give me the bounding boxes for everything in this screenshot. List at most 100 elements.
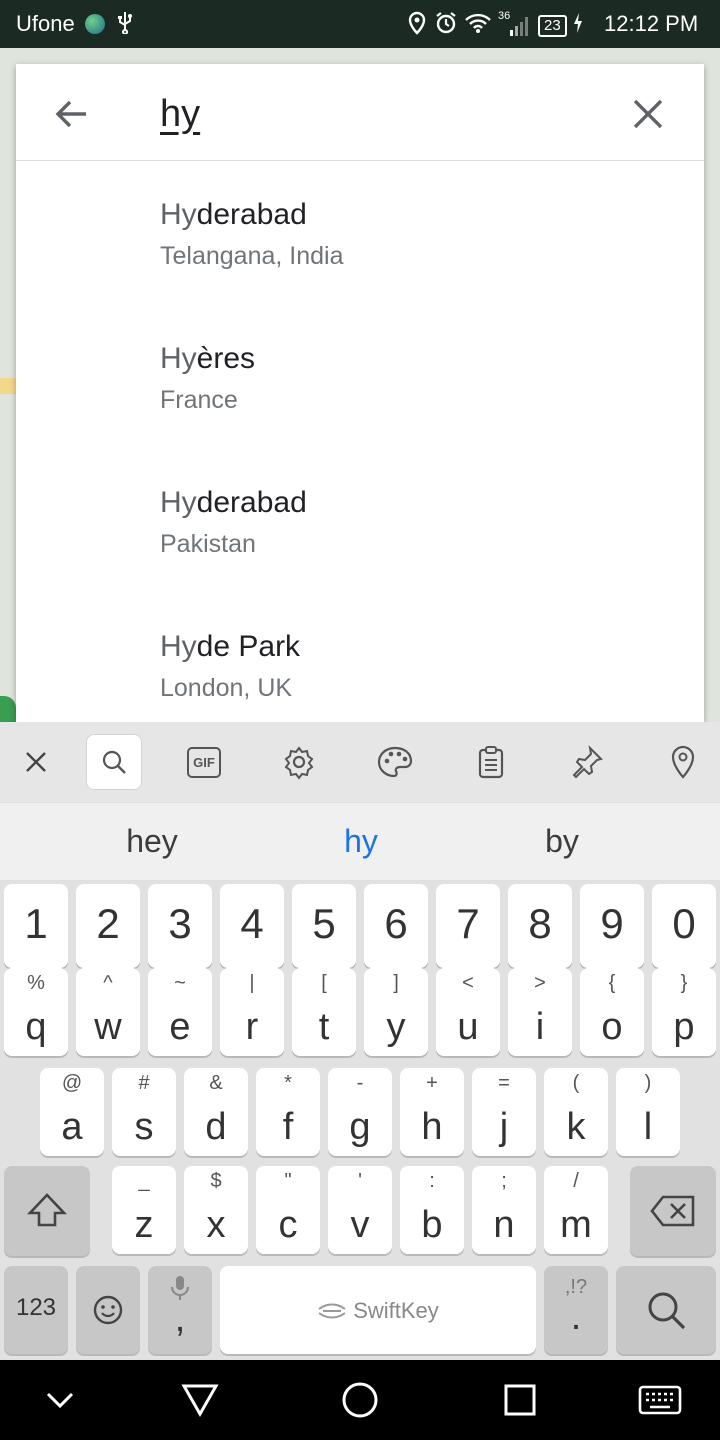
- key-n[interactable]: ; n: [472, 1166, 536, 1254]
- close-icon: [633, 99, 663, 129]
- key-k[interactable]: (k: [544, 1068, 608, 1156]
- key-secondary: /: [573, 1170, 579, 1192]
- numbers-key[interactable]: 123: [4, 1266, 68, 1354]
- key-a[interactable]: @ a: [40, 1068, 104, 1156]
- key-r[interactable]: | r: [220, 968, 284, 1056]
- emoji-key[interactable]: [76, 1266, 140, 1354]
- key-c[interactable]: " c: [256, 1166, 320, 1254]
- clipboard-icon: [478, 746, 504, 779]
- status-bar: Ufone 36 23 12:12 PM: [0, 0, 720, 48]
- key-secondary: ;: [501, 1170, 507, 1192]
- recents-button[interactable]: [500, 1380, 540, 1420]
- key-secondary: }: [680, 972, 688, 994]
- key-p[interactable]: } p: [652, 968, 716, 1056]
- charging-icon: [573, 12, 583, 40]
- key-o[interactable]: {o: [580, 968, 644, 1056]
- key-b[interactable]: :b: [400, 1166, 464, 1254]
- result-item[interactable]: Hyderabad Telangana, India: [16, 168, 704, 312]
- usb-icon: [116, 10, 134, 40]
- result-item[interactable]: Hyères France: [16, 312, 704, 456]
- key-secondary: ^: [103, 972, 113, 994]
- key-s[interactable]: # s: [112, 1068, 176, 1156]
- key-label: q: [25, 1006, 47, 1048]
- navigation-bar: [0, 1360, 720, 1440]
- key-q[interactable]: % q: [4, 968, 68, 1056]
- key-7[interactable]: 7: [436, 884, 500, 968]
- back-button[interactable]: [50, 92, 94, 136]
- key-l[interactable]: ) l: [616, 1068, 680, 1156]
- close-toolbar-button[interactable]: [8, 734, 64, 790]
- back-nav-button[interactable]: [180, 1380, 220, 1420]
- key-secondary: <: [462, 972, 474, 994]
- key-6[interactable]: 6: [364, 884, 428, 968]
- key-label: g: [349, 1106, 371, 1148]
- suggestion-bar: hey hy by: [0, 802, 720, 880]
- search-panel: Hyderabad Telangana, India Hyères France…: [16, 64, 704, 722]
- comma-key[interactable]: ,: [148, 1266, 212, 1354]
- key-x[interactable]: $ x: [184, 1166, 248, 1254]
- period-key[interactable]: ,!?.: [544, 1266, 608, 1354]
- key-5[interactable]: 5: [292, 884, 356, 968]
- search-toolbar-button[interactable]: [86, 734, 142, 790]
- key-secondary: ): [644, 1072, 652, 1094]
- alarm-icon: [434, 11, 458, 41]
- backspace-key[interactable]: [630, 1166, 716, 1256]
- home-button[interactable]: [340, 1380, 380, 1420]
- key-secondary: #: [138, 1072, 150, 1094]
- key-g[interactable]: -g: [328, 1068, 392, 1156]
- keyboard: 1 2 3 4 5 6 7 8 9 0% q ^ w ~ e | r[t] y < u > i{o} p @ a # s & d * f - g…: [0, 880, 720, 1360]
- themes-button[interactable]: [367, 734, 423, 790]
- key-f[interactable]: * f: [256, 1068, 320, 1156]
- key-t[interactable]: [t: [292, 968, 356, 1056]
- suggestion-right[interactable]: by: [442, 823, 682, 860]
- key-e[interactable]: ~ e: [148, 968, 212, 1056]
- clipboard-button[interactable]: [463, 734, 519, 790]
- pin-button[interactable]: [559, 734, 615, 790]
- location-button[interactable]: [655, 734, 711, 790]
- key-secondary: (: [572, 1072, 580, 1094]
- key-label: 4: [240, 900, 264, 947]
- key-label: s: [134, 1106, 154, 1148]
- key-label: y: [386, 1006, 406, 1048]
- key-label: 3: [168, 900, 192, 947]
- key-label: b: [421, 1204, 443, 1246]
- suggestion-left[interactable]: hey: [32, 823, 272, 860]
- key-v[interactable]: ' v: [328, 1166, 392, 1254]
- key-4[interactable]: 4: [220, 884, 284, 968]
- key-label: e: [169, 1006, 191, 1048]
- key-i[interactable]: > i: [508, 968, 572, 1056]
- key-3[interactable]: 3: [148, 884, 212, 968]
- search-key[interactable]: [616, 1266, 716, 1354]
- result-item[interactable]: Hyderabad Pakistan: [16, 456, 704, 600]
- key-1[interactable]: 1: [4, 884, 68, 968]
- key-w[interactable]: ^ w: [76, 968, 140, 1056]
- settings-button[interactable]: [271, 734, 327, 790]
- key-label: j: [499, 1106, 509, 1148]
- key-label: 0: [672, 900, 696, 947]
- key-y[interactable]: ] y: [364, 968, 428, 1056]
- hide-keyboard-button[interactable]: [40, 1380, 80, 1420]
- key-9[interactable]: 9: [580, 884, 644, 968]
- shift-key[interactable]: [4, 1166, 90, 1256]
- arrow-back-icon: [55, 100, 86, 128]
- key-label: i: [535, 1006, 545, 1048]
- space-key[interactable]: SwiftKey: [220, 1266, 536, 1354]
- key-d[interactable]: & d: [184, 1068, 248, 1156]
- key-8[interactable]: 8: [508, 884, 572, 968]
- clear-search-button[interactable]: [626, 92, 670, 136]
- key-2[interactable]: 2: [76, 884, 140, 968]
- key-h[interactable]: + h: [400, 1068, 464, 1156]
- swiftkey-logo: SwiftKey: [220, 1298, 536, 1324]
- pin-icon: [572, 745, 603, 779]
- key-z[interactable]: _ z: [112, 1166, 176, 1254]
- key-secondary: _: [138, 1170, 150, 1192]
- key-j[interactable]: = j: [472, 1068, 536, 1156]
- key-label: m: [560, 1204, 592, 1246]
- gif-button[interactable]: GIF: [176, 734, 232, 790]
- key-0[interactable]: 0: [652, 884, 716, 968]
- key-u[interactable]: < u: [436, 968, 500, 1056]
- keyboard-switch-button[interactable]: [638, 1380, 682, 1420]
- search-input[interactable]: [160, 90, 600, 138]
- key-m[interactable]: / m: [544, 1166, 608, 1254]
- key-label: n: [493, 1204, 515, 1246]
